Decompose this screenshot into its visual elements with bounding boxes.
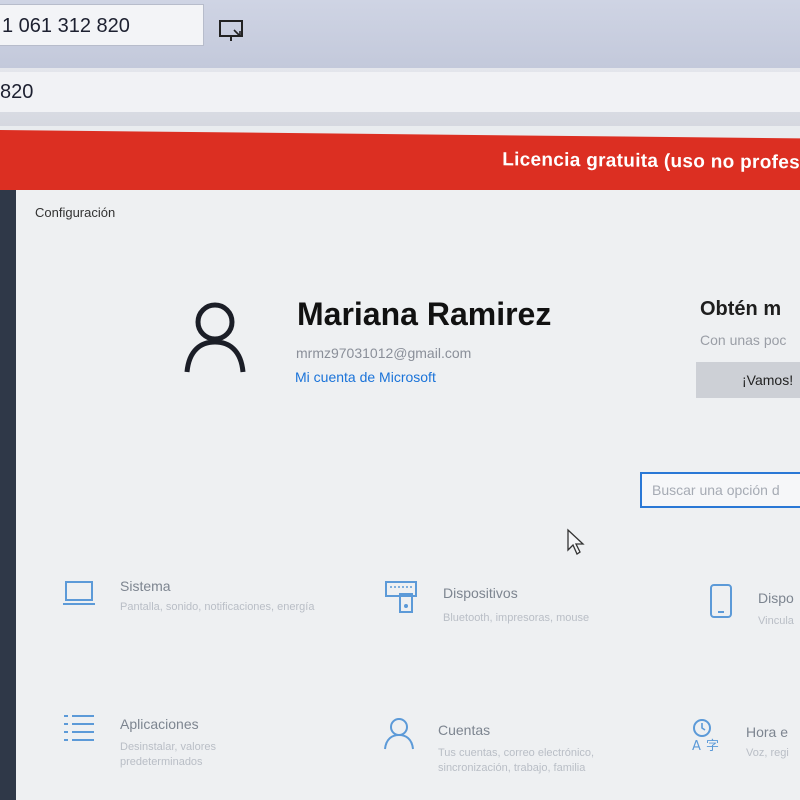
- phone-icon: [710, 584, 732, 618]
- category-title: Dispo: [758, 590, 794, 606]
- apps-list-icon: [64, 715, 94, 741]
- category-description: Tus cuentas, correo electrónico, sincron…: [438, 747, 595, 774]
- promo-subtitle: Con unas poc: [700, 332, 787, 348]
- category-title: Sistema: [120, 578, 171, 594]
- category-description: Bluetooth, impresoras, mouse: [443, 612, 590, 624]
- license-banner-text: Licencia gratuita (uso no profes: [502, 149, 800, 174]
- category-description: Vincula: [758, 615, 794, 627]
- svg-text:A: A: [692, 739, 701, 752]
- category-title: Hora e: [746, 724, 789, 740]
- laptop-icon: [63, 581, 95, 605]
- category-description: Desinstalar, valores predeterminados: [120, 741, 216, 768]
- address-field[interactable]: 820: [0, 72, 800, 112]
- category-cuentas[interactable]: Cuentas Tus cuentas, correo electrónico,…: [382, 716, 652, 786]
- settings-search-input[interactable]: Buscar una opción d: [640, 472, 800, 508]
- category-title: Cuentas: [438, 722, 491, 738]
- category-hora-idioma[interactable]: A 字 Hora e Voz, regi: [690, 718, 800, 788]
- category-aplicaciones[interactable]: Aplicaciones Desinstalar, valores predet…: [62, 712, 342, 782]
- user-avatar-icon: [184, 302, 246, 373]
- partner-id-field[interactable]: 1 061 312 820: [0, 4, 204, 46]
- user-email: mrmz97031012@gmail.com: [296, 345, 472, 361]
- user-name: Mariana Ramirez: [297, 296, 552, 332]
- svg-text:字: 字: [706, 739, 719, 752]
- category-dispositivos[interactable]: Dispositivos Bluetooth, impresoras, mous…: [384, 580, 654, 640]
- person-icon: [384, 718, 414, 750]
- category-title: Dispositivos: [443, 585, 518, 601]
- promo-title: Obtén m: [700, 298, 782, 320]
- promo-button[interactable]: ¡Vamos!: [696, 362, 800, 398]
- category-sistema[interactable]: Sistema Pantalla, sonido, notificaciones…: [62, 578, 342, 638]
- category-description: Pantalla, sonido, notificaciones, energí…: [120, 601, 315, 613]
- monitor-icon[interactable]: [216, 16, 246, 46]
- taskbar-edge: [0, 190, 16, 800]
- category-title: Aplicaciones: [120, 716, 199, 732]
- microsoft-account-link[interactable]: Mi cuenta de Microsoft: [295, 369, 436, 385]
- category-description: Voz, regi: [746, 747, 789, 759]
- time-language-icon: A 字: [692, 719, 719, 752]
- mouse-cursor-icon: [567, 528, 585, 555]
- window-title: Configuración: [35, 205, 116, 220]
- category-dispositivo-movil[interactable]: Dispo Vincula: [706, 584, 800, 634]
- devices-icon: [385, 581, 417, 613]
